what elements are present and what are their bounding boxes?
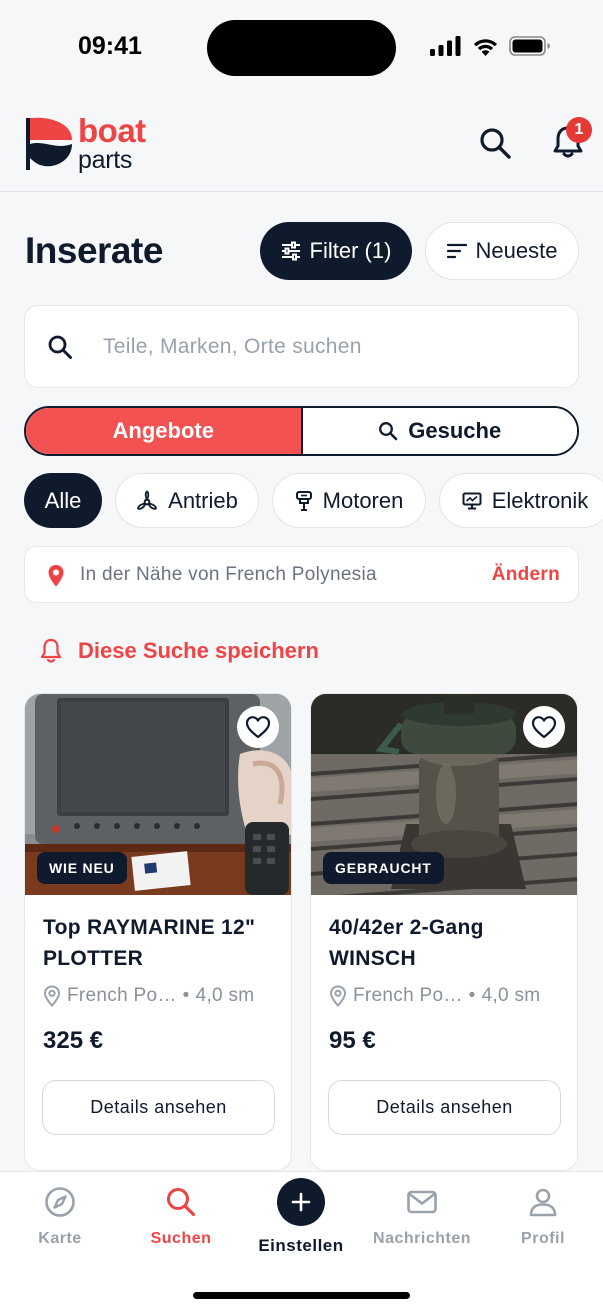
bottom-tab-bar: Karte Suchen Einstellen Nachrichten Prof… — [0, 1171, 603, 1311]
segment-requests-label: Gesuche — [408, 418, 502, 443]
chip-label: Elektronik — [491, 487, 589, 513]
engine-icon — [295, 490, 312, 511]
listing-title: Top RAYMARINE 12" PLOTTER — [43, 916, 256, 970]
logo-mark-icon — [26, 117, 72, 170]
status-icons — [430, 36, 551, 56]
bell-icon — [40, 638, 62, 663]
filter-label: Filter (1) — [309, 238, 392, 263]
location-text: In der Nähe von French Polynesia — [80, 564, 377, 585]
search-box[interactable] — [24, 305, 579, 388]
listing-card[interactable]: WIE NEU Top RAYMARINE 12" PLOTTER French… — [24, 693, 292, 1171]
tab-search[interactable]: Suchen — [121, 1186, 241, 1248]
app-header: boat parts — [0, 96, 603, 192]
status-time: 09:41 — [78, 32, 142, 60]
search-input[interactable] — [103, 328, 543, 366]
mail-icon — [407, 1190, 437, 1214]
add-listing-button[interactable] — [277, 1178, 325, 1226]
sort-icon — [446, 243, 467, 259]
segment-offers[interactable]: Angebote — [26, 408, 303, 454]
search-icon — [379, 422, 398, 441]
tab-search-label: Suchen — [150, 1230, 212, 1247]
header-search-icon[interactable] — [478, 126, 512, 160]
chip-label: Antrieb — [168, 487, 238, 513]
heart-icon — [531, 716, 557, 739]
tab-add-label: Einstellen — [258, 1236, 344, 1255]
sliders-icon — [281, 241, 300, 261]
listing-price: 95 € — [329, 1027, 376, 1054]
dynamic-island — [207, 20, 396, 76]
sort-button[interactable]: Neueste — [425, 222, 579, 280]
propeller-icon — [137, 489, 158, 510]
listing-card[interactable]: GEBRAUCHT 40/42er 2-Gang WINSCH French P… — [310, 693, 578, 1171]
page-title: Inserate — [25, 230, 163, 271]
location-pin-icon — [48, 565, 64, 587]
heart-icon — [245, 716, 271, 739]
status-bar: 09:41 — [0, 0, 603, 96]
listing-location: French Po… — [67, 985, 177, 1006]
listing-price: 325 € — [43, 1027, 104, 1054]
listing-distance: 4,0 sm — [195, 985, 255, 1006]
tab-profile-label: Profil — [521, 1230, 565, 1247]
listing-title: 40/42er 2-Gang WINSCH — [329, 916, 484, 970]
tab-messages-label: Nachrichten — [373, 1230, 471, 1247]
plus-icon — [291, 1192, 311, 1212]
details-button[interactable]: Details ansehen — [42, 1080, 275, 1135]
tab-profile[interactable]: Profil — [483, 1186, 603, 1248]
condition-badge: GEBRAUCHT — [323, 852, 444, 884]
listing-meta: French Po… • 4,0 sm — [329, 985, 540, 1007]
battery-icon — [509, 36, 550, 56]
change-location-link[interactable]: Ändern — [492, 564, 560, 586]
meta-separator: • — [468, 985, 476, 1006]
segment-offers-label: Angebote — [112, 418, 214, 443]
location-bar: In der Nähe von French Polynesia Ändern — [24, 546, 579, 603]
location-pin-outline-icon — [43, 985, 61, 1007]
signal-icon — [430, 36, 461, 56]
sort-label: Neueste — [475, 238, 558, 263]
listing-meta: French Po… • 4,0 sm — [43, 985, 254, 1007]
wifi-icon — [473, 39, 498, 56]
listing-location: French Po… — [353, 985, 463, 1006]
details-button[interactable]: Details ansehen — [328, 1080, 561, 1135]
favorite-button[interactable] — [237, 706, 279, 748]
monitor-icon — [462, 492, 482, 509]
category-chips: Alle Antrieb Motoren Elektronik — [24, 473, 603, 528]
tab-messages[interactable]: Nachrichten — [362, 1186, 482, 1248]
condition-badge: WIE NEU — [37, 852, 127, 884]
logo-text-parts: parts — [78, 146, 133, 174]
user-icon — [529, 1188, 557, 1217]
location-pin-outline-icon — [329, 985, 347, 1007]
tab-add[interactable]: Einstellen — [241, 1178, 361, 1256]
chip-engines[interactable]: Motoren — [272, 473, 426, 528]
compass-icon — [45, 1187, 75, 1217]
listing-distance: 4,0 sm — [481, 985, 541, 1006]
tab-map[interactable]: Karte — [0, 1186, 120, 1248]
chip-drive[interactable]: Antrieb — [115, 473, 259, 528]
search-icon — [48, 335, 72, 359]
search-icon — [167, 1188, 196, 1217]
chip-all[interactable]: Alle — [24, 473, 102, 528]
home-indicator — [193, 1292, 410, 1299]
chip-electronics[interactable]: Elektronik — [439, 473, 603, 528]
notification-badge: 1 — [566, 117, 592, 143]
chip-label: Motoren — [322, 487, 404, 513]
favorite-button[interactable] — [523, 706, 565, 748]
tab-map-label: Karte — [38, 1230, 82, 1247]
meta-separator: • — [182, 985, 190, 1006]
offer-request-toggle: Angebote Gesuche — [24, 406, 579, 456]
save-search-link[interactable]: Diese Suche speichern — [40, 638, 319, 664]
segment-requests[interactable]: Gesuche — [302, 408, 577, 454]
boatparts-logo[interactable]: boat parts — [26, 112, 166, 174]
save-search-label: Diese Suche speichern — [78, 638, 319, 663]
logo-text-boat: boat — [78, 112, 146, 149]
filter-button[interactable]: Filter (1) — [260, 222, 412, 280]
chip-label: Alle — [44, 487, 82, 513]
